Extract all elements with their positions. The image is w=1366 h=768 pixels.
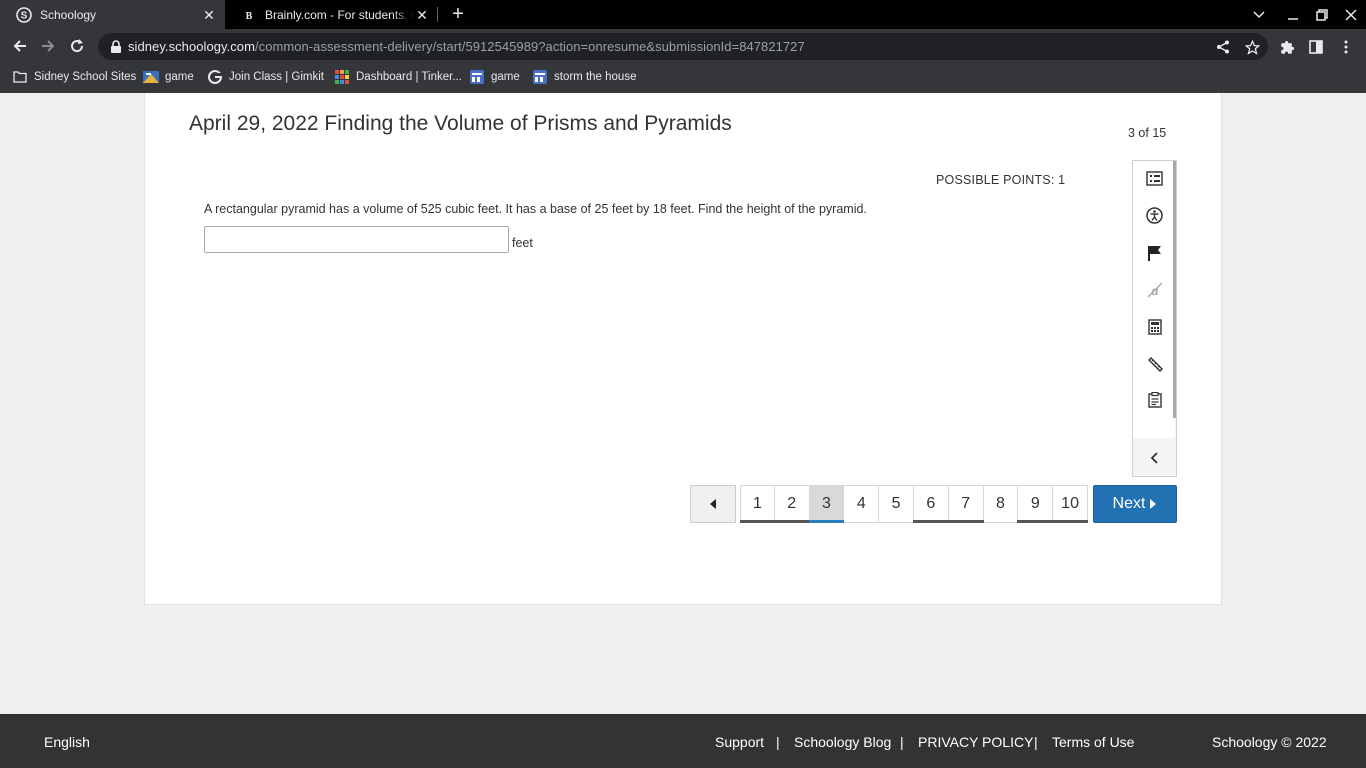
side-panel-icon[interactable] <box>1308 39 1324 55</box>
page-icon <box>532 69 548 85</box>
page-icon <box>469 69 485 85</box>
page-button-10[interactable]: 10 <box>1052 485 1088 523</box>
footer-link-support[interactable]: Support <box>715 734 764 750</box>
footer-separator: | <box>776 734 780 750</box>
bookmark-item[interactable]: game <box>469 68 520 86</box>
tab-title: Brainly.com - For students. By students. <box>265 7 414 22</box>
star-icon[interactable] <box>1244 39 1260 55</box>
footer-separator: | <box>900 734 904 750</box>
accessibility-icon[interactable] <box>1145 206 1164 225</box>
page-button-5[interactable]: 5 <box>879 485 914 523</box>
menu-icon[interactable] <box>1338 39 1354 55</box>
back-icon[interactable] <box>8 34 32 58</box>
extensions-icon[interactable] <box>1279 39 1295 55</box>
page-button-3[interactable]: 3 <box>808 485 845 523</box>
close-window-icon[interactable] <box>1336 0 1366 29</box>
restore-icon[interactable] <box>1307 0 1337 29</box>
tab-title: Schoology <box>40 7 97 22</box>
bookmark-item[interactable]: Join Class | Gimkit <box>207 68 324 86</box>
bookmark-item[interactable]: Dashboard | Tinker... <box>334 68 462 86</box>
possible-points: POSSIBLE POINTS: 1 <box>936 173 1066 187</box>
footer-link-privacy[interactable]: PRIVACY POLICY <box>918 734 1033 750</box>
page-button-2[interactable]: 2 <box>773 485 810 523</box>
bookmark-label: game <box>165 71 194 83</box>
assessment-card <box>144 93 1222 605</box>
question-text: A rectangular pyramid has a volume of 52… <box>204 202 867 216</box>
tab-brainly[interactable]: B Brainly.com - For students. By student… <box>225 0 438 29</box>
page-title: April 29, 2022 Finding the Volume of Pri… <box>189 112 732 135</box>
svg-text:a: a <box>1151 284 1158 298</box>
page-button-7[interactable]: 7 <box>947 485 984 523</box>
bookmark-item[interactable]: storm the house <box>532 68 636 86</box>
url-host: sidney.schoology.com <box>128 39 255 54</box>
flag-icon[interactable] <box>1145 243 1164 262</box>
page-button-8[interactable]: 8 <box>983 485 1019 523</box>
tool-panel-scrollbar[interactable] <box>1173 161 1176 418</box>
forward-icon[interactable] <box>36 34 60 58</box>
reload-icon[interactable] <box>65 34 89 58</box>
question-list-icon[interactable] <box>1145 169 1164 188</box>
bookmark-folder[interactable]: Sidney School Sites <box>12 68 136 86</box>
previous-question-button[interactable] <box>690 485 736 523</box>
answer-input[interactable] <box>204 226 509 253</box>
close-tab-icon[interactable]: ✕ <box>414 7 430 23</box>
bookmark-label: Join Class | Gimkit <box>229 71 325 83</box>
caret-right-icon <box>1150 499 1157 509</box>
schoology-icon: S <box>16 6 32 23</box>
tab-separator <box>437 7 438 22</box>
footer-separator: | <box>1034 734 1038 750</box>
url-text[interactable]: sidney.schoology.com/common-assessment-d… <box>128 39 805 54</box>
question-pagination: 1 2 3 4 5 6 7 8 9 10 <box>740 485 1088 523</box>
url-path: /common-assessment-delivery/start/591254… <box>254 39 805 54</box>
footer-link-blog[interactable]: Schoology Blog <box>794 734 891 750</box>
bookmarks-bar <box>0 64 1366 93</box>
next-button[interactable]: Next <box>1093 485 1177 523</box>
caret-left-icon <box>710 499 716 509</box>
tab-search-icon[interactable] <box>1244 0 1274 29</box>
question-counter: 3 of 15 <box>1128 126 1167 140</box>
folder-icon <box>12 69 28 85</box>
page-footer: English Support | Schoology Blog | PRIVA… <box>0 714 1366 768</box>
close-tab-icon[interactable]: ✕ <box>201 7 217 23</box>
browser-tabstrip: S Schoology ✕ B Brainly.com - For studen… <box>0 0 1366 29</box>
new-tab-icon[interactable]: + <box>449 4 467 24</box>
notepad-icon[interactable] <box>1145 390 1164 409</box>
gimkit-icon <box>207 69 223 85</box>
copyright: Schoology © 2022 <box>1212 734 1327 750</box>
footer-link-terms[interactable]: Terms of Use <box>1052 734 1134 750</box>
page-button-6[interactable]: 6 <box>912 485 949 523</box>
lock-icon[interactable] <box>110 40 122 53</box>
game-icon <box>143 69 159 85</box>
tab-schoology[interactable]: S Schoology ✕ <box>0 0 225 29</box>
bookmark-item[interactable]: game <box>143 68 194 86</box>
collapse-chevron-icon[interactable] <box>1145 448 1164 467</box>
tool-panel: a <box>1132 160 1177 477</box>
share-icon[interactable] <box>1215 39 1231 55</box>
bookmark-label: Dashboard | Tinker... <box>356 71 462 83</box>
svg-text:B: B <box>246 11 253 21</box>
answer-unit: feet <box>512 236 533 250</box>
tinkercad-icon <box>334 69 350 85</box>
page-button-4[interactable]: 4 <box>844 485 880 523</box>
bookmark-label: Sidney School Sites <box>34 71 137 83</box>
page-button-9[interactable]: 9 <box>1017 485 1054 523</box>
calculator-icon[interactable] <box>1145 317 1164 336</box>
next-button-label: Next <box>1112 495 1146 512</box>
ruler-icon[interactable] <box>1145 354 1164 373</box>
bookmark-label: game <box>491 71 520 83</box>
language-selector[interactable]: English <box>44 734 90 750</box>
brainly-icon: B <box>241 7 257 23</box>
bookmark-label: storm the house <box>554 71 637 83</box>
minimize-icon[interactable] <box>1278 0 1308 29</box>
svg-text:S: S <box>21 10 28 21</box>
strikethrough-icon[interactable]: a <box>1145 280 1164 299</box>
page-button-1[interactable]: 1 <box>740 485 775 523</box>
